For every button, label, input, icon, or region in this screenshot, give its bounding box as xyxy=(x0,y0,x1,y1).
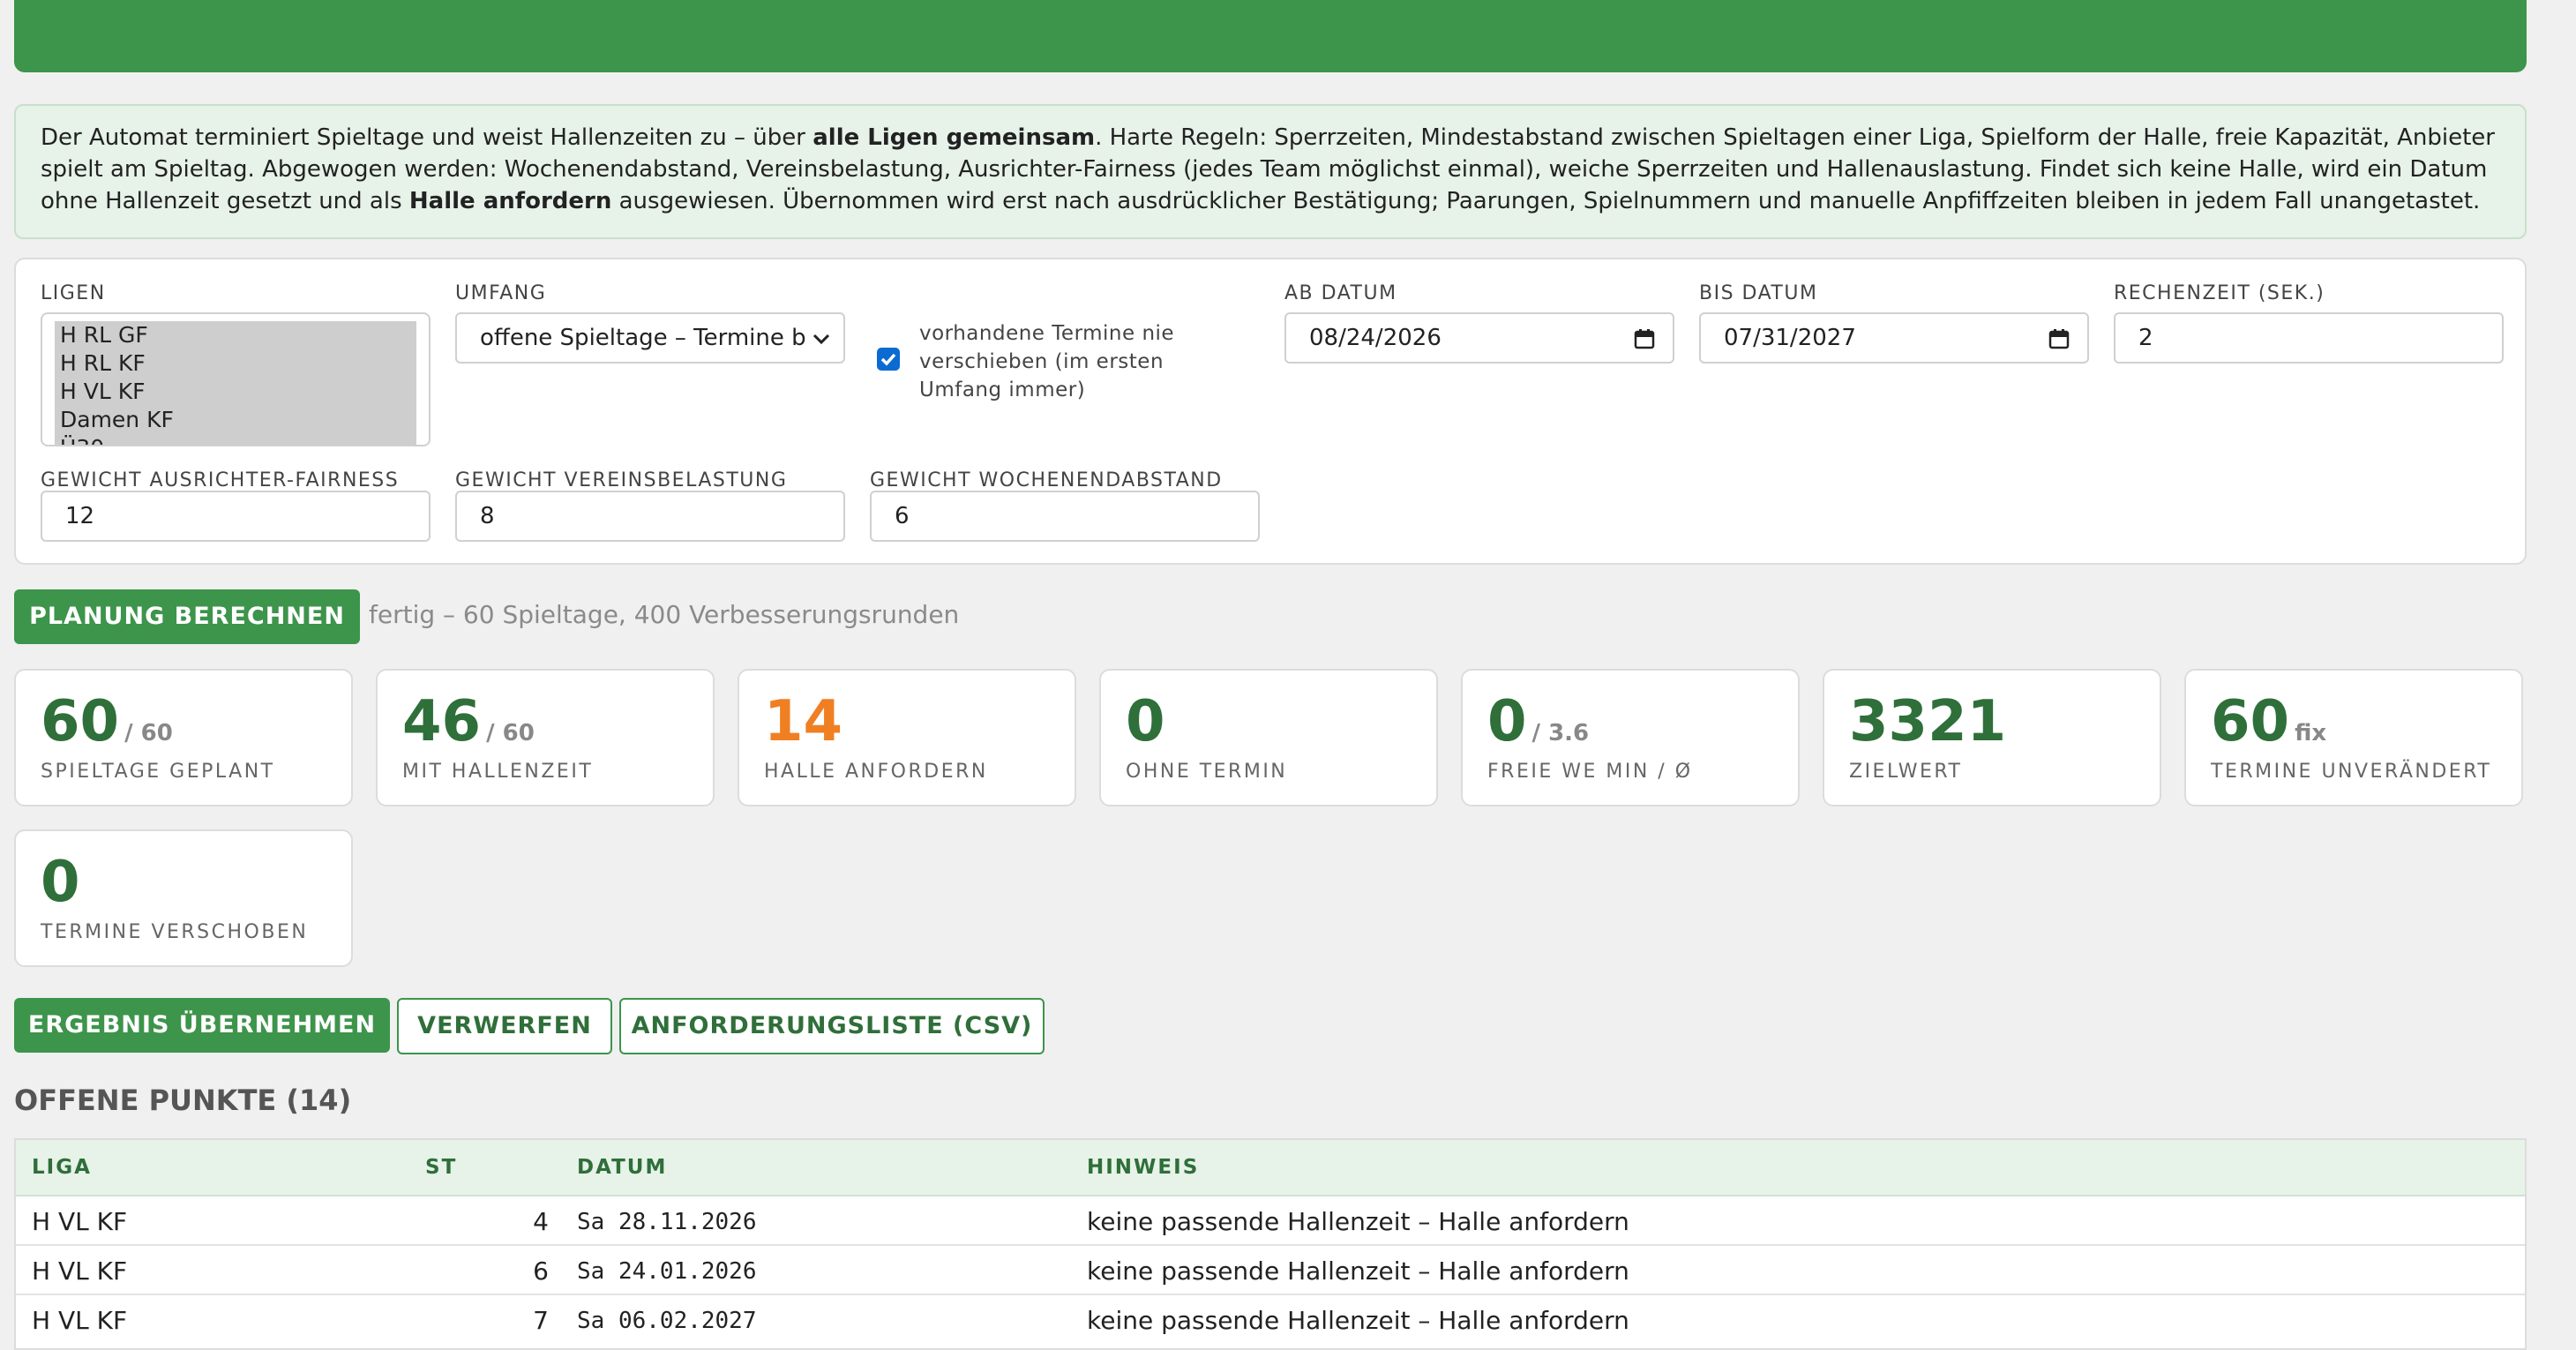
stat-card: 60 fix Termine unverändert xyxy=(2184,669,2523,806)
calendar-icon[interactable] xyxy=(1634,328,1655,349)
table-row: H VL KF 6 Sa 24.01.2026 keine passende H… xyxy=(16,1246,2525,1295)
ligen-option[interactable]: H RL GF xyxy=(55,321,416,349)
stat-card: 60/ 60 Spieltage geplant xyxy=(14,669,353,806)
stat-caption: Termine unverändert xyxy=(2211,761,2492,783)
cell-hinweis: keine passende Hallenzeit – Halle anford… xyxy=(1087,1256,1629,1286)
bis-datum-input[interactable]: 07/31/2027 xyxy=(1699,312,2089,364)
calendar-icon[interactable] xyxy=(2048,328,2070,349)
keep-dates-label: vorhandene Termine nie verschieben (im e… xyxy=(919,322,1175,401)
settings-panel: Ligen H RL GF H RL KF H VL KF Damen KF Ü… xyxy=(14,258,2527,565)
header-st: St xyxy=(425,1156,458,1179)
stat-caption: mit Hallenzeit xyxy=(402,761,594,783)
cell-hinweis: keine passende Hallenzeit – Halle anford… xyxy=(1087,1207,1629,1236)
info-bold-1: alle Ligen gemeinsam xyxy=(812,124,1096,151)
stat-caption: Zielwert xyxy=(1849,761,1963,783)
open-items-table: Liga St Datum Hinweis H VL KF 4 Sa 28.11… xyxy=(14,1138,2527,1350)
ligen-label: Ligen xyxy=(41,282,106,304)
stat-card: 14 Halle anfordern xyxy=(738,669,1076,806)
top-header-bar xyxy=(14,0,2527,72)
stat-card: 0 Termine verschoben xyxy=(14,829,353,967)
stat-caption: Halle anfordern xyxy=(764,761,988,783)
wochenendabstand-input[interactable]: 6 xyxy=(870,491,1260,542)
stat-caption: freie WE min / Ø xyxy=(1487,761,1693,783)
accept-result-button[interactable]: ERGEBNIS ÜBERNEHMEN xyxy=(14,998,390,1053)
stat-value: 0/ 3.6 xyxy=(1487,689,1590,754)
umfang-label: Umfang xyxy=(455,282,547,304)
stat-card: 3321 Zielwert xyxy=(1823,669,2161,806)
bis-datum-value: 07/31/2027 xyxy=(1724,325,1856,351)
stat-card: 0 ohne Termin xyxy=(1099,669,1438,806)
info-notice: Der Automat terminiert Spieltage und wei… xyxy=(14,104,2527,239)
discard-button[interactable]: VERWERFEN xyxy=(397,998,612,1054)
ab-datum-label: Ab Datum xyxy=(1284,282,1397,304)
cell-st: 7 xyxy=(533,1306,549,1335)
stat-value: 46/ 60 xyxy=(402,689,535,754)
wochenendabstand-value: 6 xyxy=(895,503,910,529)
table-row: H VL KF 7 Sa 06.02.2027 keine passende H… xyxy=(16,1295,2525,1345)
rechenzeit-value: 2 xyxy=(2138,325,2153,351)
stat-caption: Termine verschoben xyxy=(41,921,309,943)
compute-status: fertig – 60 Spieltage, 400 Verbesserungs… xyxy=(369,600,960,629)
ligen-option[interactable]: H VL KF xyxy=(55,378,416,406)
keep-dates-checkbox[interactable] xyxy=(877,348,900,371)
vereinsbelastung-label: Gewicht Vereinsbelastung xyxy=(455,469,788,491)
bis-datum-label: Bis Datum xyxy=(1699,282,1818,304)
table-row: H VL KF 4 Sa 28.11.2026 keine passende H… xyxy=(16,1196,2525,1246)
umfang-select[interactable]: offene Spieltage – Termine b xyxy=(455,312,845,364)
info-text-3: ausgewiesen. Übernommen wird erst nach a… xyxy=(611,188,2481,214)
cell-liga: H VL KF xyxy=(32,1207,128,1236)
ligen-option[interactable]: Damen KF xyxy=(55,406,416,434)
cell-datum: Sa 24.01.2026 xyxy=(577,1258,757,1285)
ab-datum-input[interactable]: 08/24/2026 xyxy=(1284,312,1674,364)
cell-hinweis: keine passende Hallenzeit – Halle anford… xyxy=(1087,1306,1629,1335)
compute-button[interactable]: PLANUNG BERECHNEN xyxy=(14,589,360,644)
info-bold-2: Halle anfordern xyxy=(408,188,612,214)
ligen-option[interactable]: Ü30 xyxy=(55,434,416,445)
app: Der Automat terminiert Spieltage und wei… xyxy=(0,0,2576,1350)
rechenzeit-input[interactable]: 2 xyxy=(2114,312,2504,364)
vereinsbelastung-input[interactable]: 8 xyxy=(455,491,845,542)
table-header: Liga St Datum Hinweis xyxy=(16,1140,2525,1196)
header-datum: Datum xyxy=(577,1156,668,1179)
stat-value: 60 fix xyxy=(2211,689,2327,754)
ligen-multiselect[interactable]: H RL GF H RL KF H VL KF Damen KF Ü30 xyxy=(41,312,431,446)
cell-liga: H VL KF xyxy=(32,1256,128,1286)
umfang-value: offene Spieltage – Termine b xyxy=(480,325,806,351)
cell-datum: Sa 28.11.2026 xyxy=(577,1209,757,1235)
stat-value: 14 xyxy=(764,689,843,754)
header-liga: Liga xyxy=(32,1156,92,1179)
stat-caption: ohne Termin xyxy=(1126,761,1288,783)
stat-caption: Spieltage geplant xyxy=(41,761,275,783)
stat-value: 0 xyxy=(1126,689,1165,754)
ab-datum-value: 08/24/2026 xyxy=(1309,325,1442,351)
ligen-option[interactable]: H RL KF xyxy=(55,349,416,378)
fairness-value: 12 xyxy=(65,503,95,529)
checkmark-icon xyxy=(880,353,896,366)
stat-value: 0 xyxy=(41,850,80,915)
csv-export-button[interactable]: ANFORDERUNGSLISTE (CSV) xyxy=(619,998,1045,1054)
header-hinweis: Hinweis xyxy=(1087,1156,1200,1179)
stat-value: 60/ 60 xyxy=(41,689,173,754)
vereinsbelastung-value: 8 xyxy=(480,503,495,529)
stat-card: 46/ 60 mit Hallenzeit xyxy=(376,669,715,806)
fairness-label: Gewicht Ausrichter-Fairness xyxy=(41,469,400,491)
info-text-1: Der Automat terminiert Spieltage und wei… xyxy=(41,124,813,151)
cell-st: 4 xyxy=(533,1207,549,1236)
wochenendabstand-label: Gewicht Wochenendabstand xyxy=(870,469,1223,491)
stat-card: 0/ 3.6 freie WE min / Ø xyxy=(1461,669,1800,806)
chevron-down-icon xyxy=(812,334,830,345)
open-items-title: OFFENE PUNKTE (14) xyxy=(14,1084,352,1117)
stat-value: 3321 xyxy=(1849,689,2007,754)
cell-liga: H VL KF xyxy=(32,1306,128,1335)
rechenzeit-label: Rechenzeit (Sek.) xyxy=(2114,282,2325,304)
fairness-input[interactable]: 12 xyxy=(41,491,431,542)
cell-st: 6 xyxy=(533,1256,549,1286)
cell-datum: Sa 06.02.2027 xyxy=(577,1308,757,1334)
